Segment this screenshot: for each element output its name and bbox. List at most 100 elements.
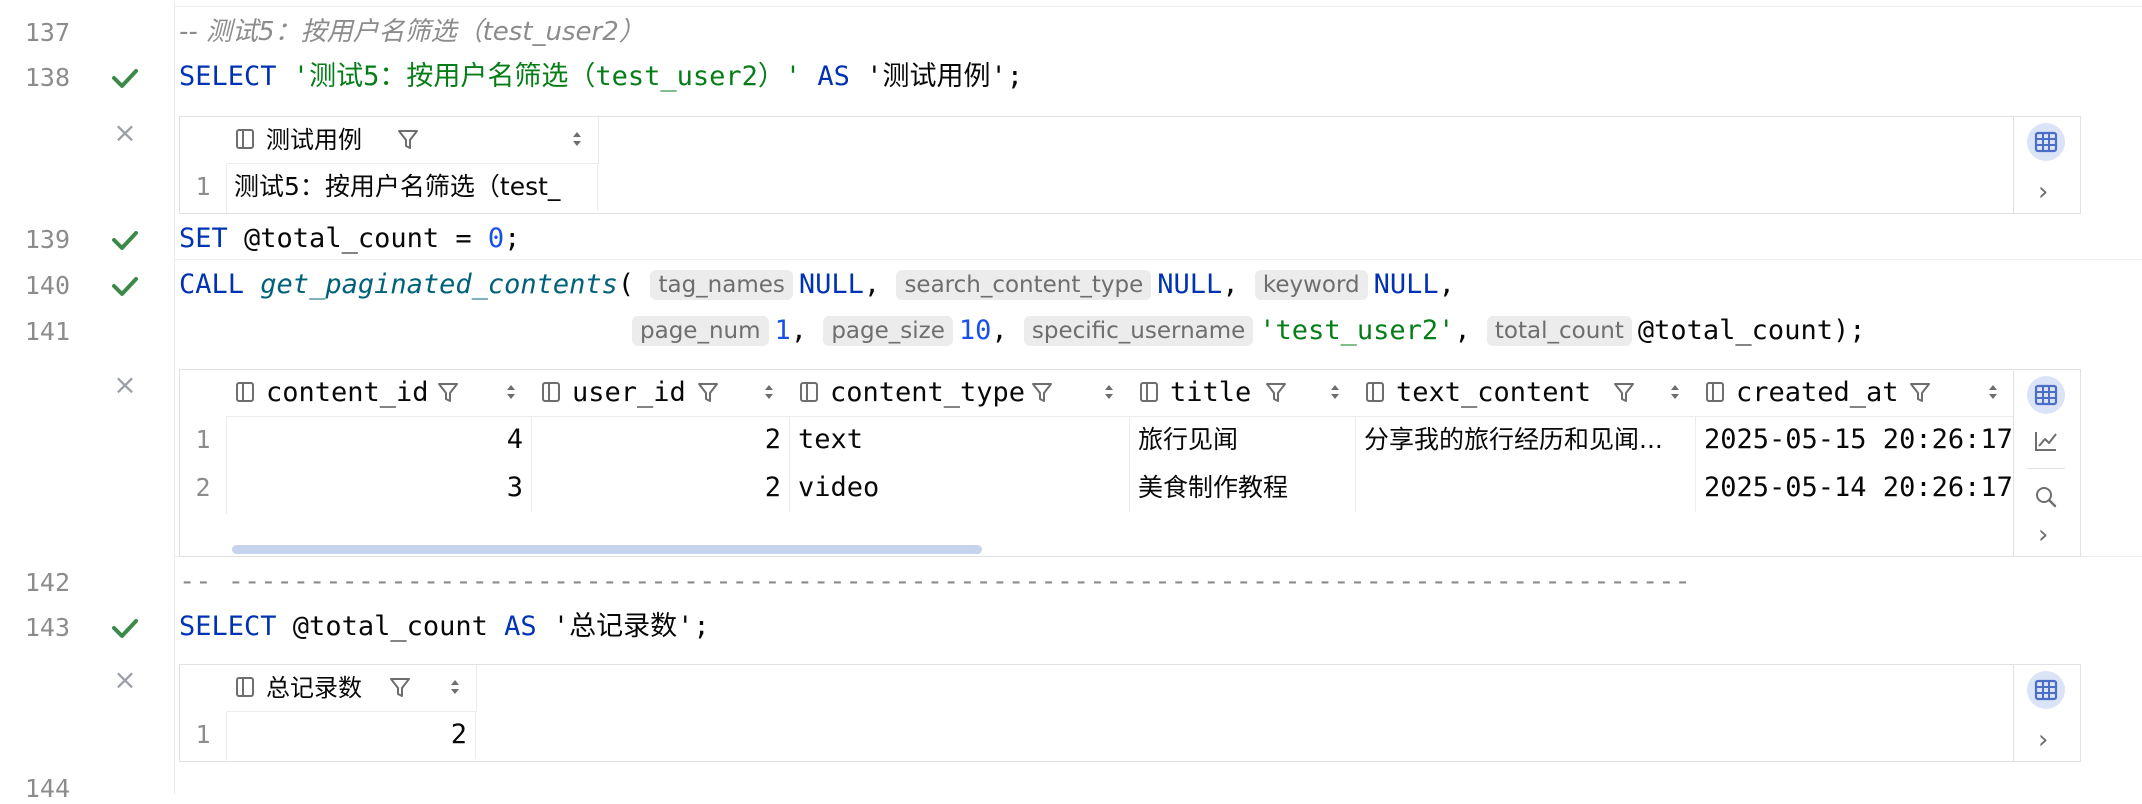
result-toolbar: › <box>2013 117 2080 213</box>
checkmark-icon <box>112 69 138 88</box>
column-header[interactable]: created_at <box>1696 370 2015 417</box>
number-literal: 1 <box>774 315 791 346</box>
filter-icon[interactable] <box>386 673 414 701</box>
sort-icon[interactable] <box>448 673 462 701</box>
table-cell[interactable]: text <box>790 416 1130 464</box>
table-cell[interactable] <box>1356 464 1696 512</box>
search-icon[interactable] <box>2027 478 2065 516</box>
sort-icon[interactable] <box>570 125 584 153</box>
filter-icon[interactable] <box>1262 378 1290 406</box>
keyword-select: SELECT <box>179 611 277 642</box>
checkmark-icon <box>112 231 138 250</box>
string-literal: 'test_user2' <box>1259 315 1455 346</box>
column-header[interactable]: text_content <box>1356 370 1697 417</box>
parameter-hint: tag_names <box>650 270 793 300</box>
sql-comment: -- 测试5：按用户名筛选（test_user2） <box>179 17 645 47</box>
chevron-right-icon[interactable]: › <box>2038 522 2048 548</box>
line-number: 137 <box>24 18 70 47</box>
table-cell[interactable]: 测试5：按用户名筛选（test_ <box>226 163 598 211</box>
column-icon <box>1366 382 1384 402</box>
table-cell[interactable]: 2025-05-15 20:26:17 <box>1696 416 2014 464</box>
column-name: text_content <box>1396 377 1592 408</box>
column-icon <box>236 382 254 402</box>
parameter-hint: page_size <box>823 316 953 346</box>
comma: , <box>1438 269 1455 300</box>
horizontal-scrollbar[interactable] <box>232 545 982 554</box>
checkmark-icon <box>112 619 138 638</box>
null-literal: NULL <box>1373 269 1439 300</box>
column-icon <box>800 382 818 402</box>
code-line-140[interactable]: CALL get_paginated_contents( tag_names NU… <box>179 269 1455 301</box>
filter-icon[interactable] <box>1028 378 1056 406</box>
toolbar-divider <box>2027 468 2065 469</box>
table-cell[interactable]: video <box>790 464 1130 512</box>
table-cell[interactable]: 分享我的旅行经历和见闻... <box>1356 416 1696 464</box>
result-table-2: content_id user_id content_type title te… <box>179 369 2081 557</box>
chevron-right-icon[interactable]: › <box>2038 179 2048 205</box>
column-header[interactable]: content_type <box>790 370 1131 417</box>
chevron-right-icon[interactable]: › <box>2038 727 2048 753</box>
sort-icon[interactable] <box>1102 378 1116 406</box>
filter-icon[interactable] <box>1610 378 1638 406</box>
parameter-hint: total_count <box>1486 316 1632 346</box>
column-header[interactable]: title <box>1130 370 1357 417</box>
table-view-icon[interactable] <box>2027 671 2065 709</box>
filter-icon[interactable] <box>434 378 462 406</box>
variable: @total_count); <box>1637 315 1866 346</box>
table-cell[interactable]: 旅行见闻 <box>1130 416 1356 464</box>
parameter-hint: search_content_type <box>896 270 1152 300</box>
semicolon: ; <box>693 611 710 642</box>
row-number: 1 <box>195 425 211 454</box>
variable: @total_count = <box>227 223 488 254</box>
close-result-button[interactable]: × <box>112 371 138 399</box>
parameter-hint: specific_username <box>1023 316 1254 346</box>
table-cell[interactable]: 美食制作教程 <box>1130 464 1356 512</box>
table-cell[interactable]: 2 <box>532 416 790 464</box>
column-header[interactable]: 测试用例 <box>226 117 599 164</box>
chart-icon[interactable] <box>2027 422 2065 460</box>
code-line-138[interactable]: SELECT '测试5：按用户名筛选（test_user2）' AS '测试用例… <box>179 61 1023 93</box>
table-cell[interactable]: 3 <box>226 464 532 512</box>
filter-icon[interactable] <box>694 378 722 406</box>
column-header[interactable]: user_id <box>532 370 791 417</box>
column-name: 总记录数 <box>266 674 362 702</box>
close-result-button[interactable]: × <box>112 119 138 147</box>
sort-icon[interactable] <box>1986 378 2000 406</box>
line-separator <box>174 6 2142 7</box>
sort-icon[interactable] <box>762 378 776 406</box>
sort-icon[interactable] <box>1668 378 1682 406</box>
procedure-name: get_paginated_contents <box>260 269 618 300</box>
checkmark-icon <box>112 277 138 296</box>
code-line-139[interactable]: SET @total_count = 0; <box>179 223 520 255</box>
code-line-142[interactable]: -- -------------------------------------… <box>179 566 1691 598</box>
table-view-icon[interactable] <box>2027 376 2065 414</box>
code-line-143[interactable]: SELECT @total_count AS '总记录数'; <box>179 611 710 643</box>
table-cell[interactable]: 4 <box>226 416 532 464</box>
sort-icon[interactable] <box>1328 378 1342 406</box>
line-separator <box>174 259 2142 260</box>
result-toolbar: › <box>2013 370 2080 556</box>
line-number: 144 <box>24 774 70 803</box>
semicolon: ; <box>504 223 521 254</box>
keyword-as: AS <box>817 61 850 92</box>
keyword-as: AS <box>504 611 537 642</box>
column-header[interactable]: 总记录数 <box>226 665 477 712</box>
line-number: 142 <box>24 568 70 597</box>
code-line-137[interactable]: -- 测试5：按用户名筛选（test_user2） <box>179 16 645 48</box>
line-number: 143 <box>24 613 70 642</box>
editor-gutter <box>0 0 175 794</box>
open-paren: ( <box>617 269 635 300</box>
column-icon <box>1140 382 1158 402</box>
result-table-3: 总记录数 1 2 › <box>179 664 2081 762</box>
filter-icon[interactable] <box>394 125 422 153</box>
line-number: 140 <box>24 271 70 300</box>
close-result-button[interactable]: × <box>112 666 138 694</box>
table-view-icon[interactable] <box>2027 123 2065 161</box>
table-cell[interactable]: 2 <box>226 711 476 759</box>
code-line-141[interactable]: page_num 1, page_size 10, specific_usernam… <box>632 315 1865 347</box>
table-cell[interactable]: 2 <box>532 464 790 512</box>
sort-icon[interactable] <box>504 378 518 406</box>
table-cell[interactable]: 2025-05-14 20:26:17 <box>1696 464 2014 512</box>
column-header[interactable]: content_id <box>226 370 533 417</box>
filter-icon[interactable] <box>1906 378 1934 406</box>
